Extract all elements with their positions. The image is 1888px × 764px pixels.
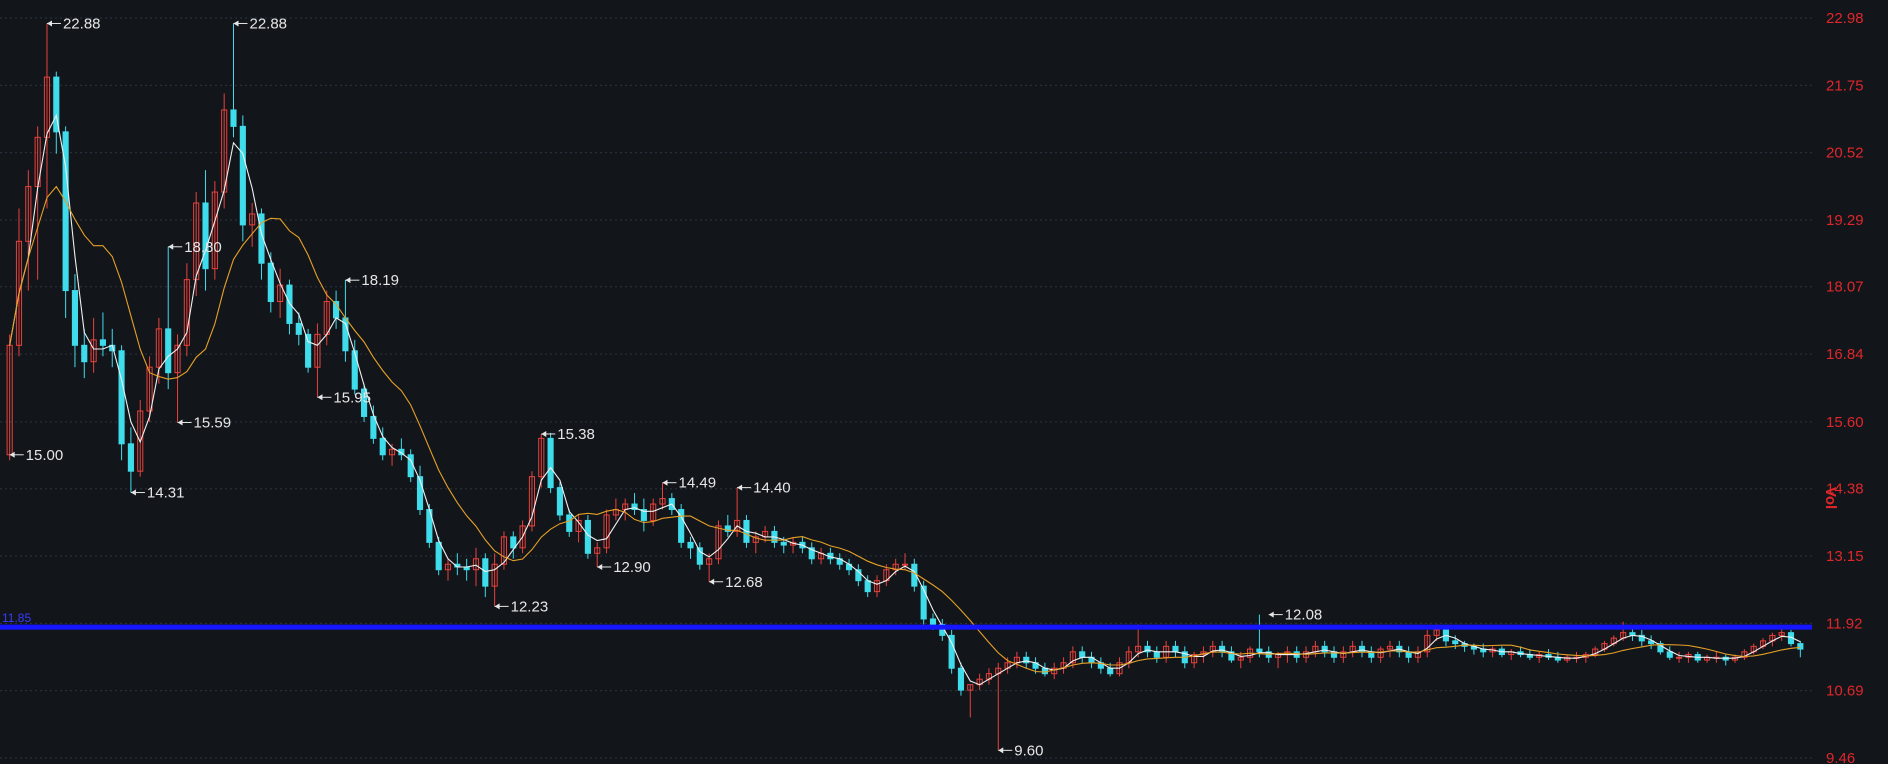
- candle-body: [351, 350, 358, 390]
- ma-short-line: [9, 113, 1801, 686]
- annotation-arrowhead: [662, 479, 668, 486]
- candle-body: [929, 618, 937, 625]
- annotation-label: 12.68: [725, 574, 763, 591]
- annotation-label: 15.95: [333, 389, 371, 406]
- chart-canvas: 11.85 22.88 22.88 18.80 18.19 15.95 15.59 15.0…: [0, 10, 1864, 764]
- annotation-label: 14.31: [147, 485, 185, 502]
- annotation-label: 22.88: [63, 15, 101, 32]
- candle-body: [584, 519, 591, 554]
- candle-body: [687, 541, 694, 549]
- y-tick-label: 18.07: [1826, 279, 1864, 296]
- annotation-label: 18.80: [184, 239, 222, 256]
- candle-body: [1107, 667, 1114, 675]
- annotation-arrowhead: [494, 603, 500, 610]
- candle-body: [901, 563, 909, 566]
- moving-averages: [9, 113, 1801, 686]
- candlestick-chart: 11.85 22.88 22.88 18.80 18.19 15.95 15.59 15.0…: [0, 0, 1888, 764]
- annotation-arrowhead: [168, 243, 174, 250]
- candle-body: [920, 585, 927, 620]
- candle-body: [566, 514, 573, 532]
- candles: [6, 23, 1804, 751]
- candle-body: [510, 536, 517, 549]
- candle-body: [230, 109, 237, 127]
- candle-body: [295, 322, 302, 335]
- annotation-label: 15.38: [557, 426, 595, 443]
- annotation-label: 12.90: [613, 559, 651, 576]
- candle-body: [547, 437, 554, 489]
- annotation-arrowhead: [541, 430, 547, 437]
- annotation-label: 15.00: [26, 447, 64, 464]
- y-tick-label: 22.98: [1826, 10, 1864, 27]
- candle-body: [1797, 643, 1804, 650]
- annotation-label: 12.08: [1285, 607, 1323, 624]
- y-tick-label: 13.15: [1826, 548, 1864, 565]
- candle-body: [99, 339, 106, 346]
- candle-body: [435, 541, 442, 571]
- candle-body: [407, 454, 414, 478]
- annotation-arrowhead: [597, 563, 603, 570]
- annotation-label: 14.40: [753, 480, 791, 497]
- y-tick-label: 21.75: [1826, 77, 1864, 94]
- y-axis-unit: Vol: [1822, 487, 1839, 509]
- annotation-label: 18.19: [361, 272, 399, 289]
- annotation-arrowhead: [345, 277, 351, 284]
- y-tick-label: 20.52: [1826, 145, 1864, 162]
- candle-body: [1172, 645, 1179, 653]
- candle-body: [696, 547, 703, 565]
- candle-body: [1666, 651, 1673, 658]
- annotation-arrowhead: [998, 747, 1004, 754]
- annotation-label: 22.88: [249, 15, 287, 32]
- annotation-arrowhead: [233, 20, 239, 27]
- grid: [0, 17, 1815, 759]
- candle-body: [1358, 645, 1366, 653]
- candle-body: [239, 125, 246, 226]
- annotation-arrowhead: [709, 578, 715, 585]
- candle-body: [482, 558, 489, 587]
- y-tick-label: 15.60: [1826, 414, 1864, 431]
- y-axis: 22.9821.7520.5219.2918.0716.8415.6014.38…: [1822, 10, 1864, 764]
- candle-body: [286, 284, 293, 324]
- candle-body: [1676, 656, 1683, 659]
- annotation-arrowhead: [177, 419, 183, 426]
- candle-body: [81, 344, 88, 363]
- candle-body: [1153, 651, 1160, 658]
- annotation-arrowhead: [46, 20, 52, 27]
- candle-body: [1079, 651, 1086, 658]
- annotation-label: 9.60: [1014, 742, 1043, 759]
- candle-body: [556, 487, 563, 516]
- candle-body: [780, 541, 787, 546]
- ma-long-line: [9, 185, 1801, 673]
- support-line: 11.85: [0, 611, 1812, 630]
- candle-body: [71, 290, 79, 346]
- candle-body: [379, 437, 386, 456]
- candle-body: [1321, 645, 1328, 653]
- candle-body: [1256, 648, 1263, 653]
- candle-body: [202, 202, 209, 270]
- annotation-arrowhead: [737, 484, 743, 491]
- candle-body: [267, 262, 274, 303]
- y-tick-label: 16.84: [1826, 346, 1864, 363]
- candle-body: [127, 443, 134, 472]
- y-tick-label: 19.29: [1826, 212, 1864, 229]
- annotation-label: 14.49: [679, 475, 717, 492]
- candle-body: [957, 667, 965, 691]
- candle-body: [1023, 656, 1030, 664]
- candle-body: [118, 350, 125, 445]
- support-line-label: 11.85: [2, 611, 31, 625]
- annotation-arrowhead: [1268, 611, 1274, 618]
- y-tick-label: 11.92: [1826, 615, 1862, 632]
- annotation-arrowhead: [130, 489, 136, 496]
- candle-body: [1452, 640, 1459, 645]
- annotation-label: 12.23: [511, 598, 549, 615]
- annotation-label: 15.59: [194, 414, 232, 431]
- y-tick-label: 10.69: [1826, 683, 1864, 700]
- candle-body: [864, 580, 871, 593]
- price-annotations: 22.88 22.88 18.80 18.19 15.95 15.59 15.00 14.31…: [9, 15, 1323, 759]
- y-tick-label: 9.46: [1826, 750, 1855, 764]
- annotation-arrowhead: [317, 394, 323, 401]
- candle-body: [305, 333, 312, 368]
- candle-body: [165, 328, 172, 374]
